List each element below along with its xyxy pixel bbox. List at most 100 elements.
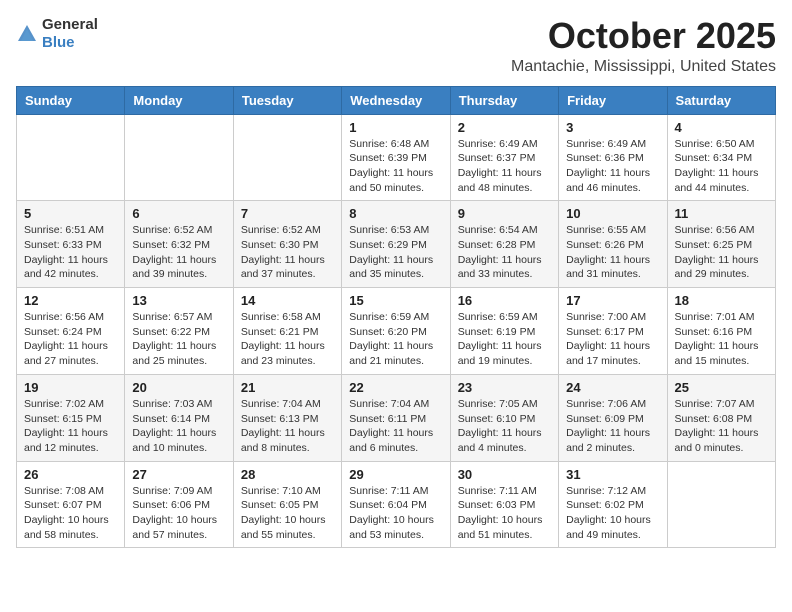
- day-cell-1-5: 10 Sunrise: 6:55 AM Sunset: 6:26 PM Dayli…: [559, 201, 667, 288]
- day-cell-4-6: [667, 461, 775, 548]
- day-cell-4-5: 31Sunrise: 7:12 AM Sunset: 6:02 PM Dayli…: [559, 461, 667, 548]
- day-number-3-1: 20: [132, 380, 225, 395]
- day-number-2-1: 13: [132, 293, 225, 308]
- day-number-3-5: 24: [566, 380, 659, 395]
- day-number-1-2: 7: [241, 206, 334, 221]
- day-cell-4-0: 26 Sunrise: 7:08 AM Sunset: 6:07 PM Dayli…: [17, 461, 125, 548]
- day-cell-3-5: 24 Sunrise: 7:06 AM Sunset: 6:09 PM Dayli…: [559, 374, 667, 461]
- day-detail-0-6: Sunrise: 6:50 AM Sunset: 6:34 PM Dayligh…: [675, 137, 768, 196]
- day-number-1-5: 10: [566, 206, 659, 221]
- day-cell-2-1: 13Sunrise: 6:57 AM Sunset: 6:22 PM Dayli…: [125, 288, 233, 375]
- day-number-3-0: 19: [24, 380, 117, 395]
- day-cell-3-0: 19 Sunrise: 7:02 AM Sunset: 6:15 PM Dayli…: [17, 374, 125, 461]
- day-cell-1-4: 9 Sunrise: 6:54 AM Sunset: 6:28 PM Daylig…: [450, 201, 558, 288]
- day-cell-1-3: 8Sunrise: 6:53 AM Sunset: 6:29 PM Daylig…: [342, 201, 450, 288]
- header-sunday: Sunday: [17, 86, 125, 114]
- day-number-0-6: 4: [675, 120, 768, 135]
- week-row-0: 1 Sunrise: 6:48 AM Sunset: 6:39 PM Daylig…: [17, 114, 776, 201]
- day-detail-1-6: Sunrise: 6:56 AM Sunset: 6:25 PM Dayligh…: [675, 223, 768, 282]
- day-detail-4-1: Sunrise: 7:09 AM Sunset: 6:06 PM Dayligh…: [132, 484, 225, 543]
- day-number-1-0: 5: [24, 206, 117, 221]
- week-row-1: 5 Sunrise: 6:51 AM Sunset: 6:33 PM Daylig…: [17, 201, 776, 288]
- day-detail-3-4: Sunrise: 7:05 AM Sunset: 6:10 PM Dayligh…: [458, 397, 551, 456]
- day-detail-2-2: Sunrise: 6:58 AM Sunset: 6:21 PM Dayligh…: [241, 310, 334, 369]
- day-cell-0-0: [17, 114, 125, 201]
- logo-blue: Blue: [42, 34, 75, 51]
- day-detail-1-1: Sunrise: 6:52 AM Sunset: 6:32 PM Dayligh…: [132, 223, 225, 282]
- day-detail-3-2: Sunrise: 7:04 AM Sunset: 6:13 PM Dayligh…: [241, 397, 334, 456]
- day-number-2-6: 18: [675, 293, 768, 308]
- calendar: Sunday Monday Tuesday Wednesday Thursday…: [16, 86, 776, 549]
- day-cell-2-3: 15 Sunrise: 6:59 AM Sunset: 6:20 PM Dayli…: [342, 288, 450, 375]
- logo-general: General: [42, 16, 98, 33]
- day-number-3-2: 21: [241, 380, 334, 395]
- day-cell-1-6: 11 Sunrise: 6:56 AM Sunset: 6:25 PM Dayli…: [667, 201, 775, 288]
- header-friday: Friday: [559, 86, 667, 114]
- day-detail-4-4: Sunrise: 7:11 AM Sunset: 6:03 PM Dayligh…: [458, 484, 551, 543]
- day-number-4-1: 27: [132, 467, 225, 482]
- day-cell-4-4: 30 Sunrise: 7:11 AM Sunset: 6:03 PM Dayli…: [450, 461, 558, 548]
- day-number-2-4: 16: [458, 293, 551, 308]
- day-detail-2-3: Sunrise: 6:59 AM Sunset: 6:20 PM Dayligh…: [349, 310, 442, 369]
- day-number-3-4: 23: [458, 380, 551, 395]
- day-cell-4-3: 29 Sunrise: 7:11 AM Sunset: 6:04 PM Dayli…: [342, 461, 450, 548]
- weekday-header-row: Sunday Monday Tuesday Wednesday Thursday…: [17, 86, 776, 114]
- day-number-0-3: 1: [349, 120, 442, 135]
- day-cell-2-5: 17 Sunrise: 7:00 AM Sunset: 6:17 PM Dayli…: [559, 288, 667, 375]
- day-number-1-6: 11: [675, 206, 768, 221]
- day-detail-3-5: Sunrise: 7:06 AM Sunset: 6:09 PM Dayligh…: [566, 397, 659, 456]
- day-detail-1-4: Sunrise: 6:54 AM Sunset: 6:28 PM Dayligh…: [458, 223, 551, 282]
- header-tuesday: Tuesday: [233, 86, 341, 114]
- day-detail-3-6: Sunrise: 7:07 AM Sunset: 6:08 PM Dayligh…: [675, 397, 768, 456]
- day-cell-0-3: 1 Sunrise: 6:48 AM Sunset: 6:39 PM Daylig…: [342, 114, 450, 201]
- day-cell-0-4: 2 Sunrise: 6:49 AM Sunset: 6:37 PM Daylig…: [450, 114, 558, 201]
- week-row-3: 19 Sunrise: 7:02 AM Sunset: 6:15 PM Dayli…: [17, 374, 776, 461]
- day-detail-0-3: Sunrise: 6:48 AM Sunset: 6:39 PM Dayligh…: [349, 137, 442, 196]
- day-detail-3-3: Sunrise: 7:04 AM Sunset: 6:11 PM Dayligh…: [349, 397, 442, 456]
- week-row-2: 12Sunrise: 6:56 AM Sunset: 6:24 PM Dayli…: [17, 288, 776, 375]
- month-title: October 2025: [511, 16, 776, 56]
- header-thursday: Thursday: [450, 86, 558, 114]
- header: General Blue October 2025 Mantachie, Mis…: [16, 16, 776, 76]
- logo: General Blue: [16, 16, 98, 52]
- page-container: General Blue October 2025 Mantachie, Mis…: [16, 16, 776, 548]
- day-number-4-4: 30: [458, 467, 551, 482]
- day-number-4-5: 31: [566, 467, 659, 482]
- day-detail-2-4: Sunrise: 6:59 AM Sunset: 6:19 PM Dayligh…: [458, 310, 551, 369]
- day-detail-4-3: Sunrise: 7:11 AM Sunset: 6:04 PM Dayligh…: [349, 484, 442, 543]
- day-cell-2-2: 14 Sunrise: 6:58 AM Sunset: 6:21 PM Dayli…: [233, 288, 341, 375]
- day-number-4-2: 28: [241, 467, 334, 482]
- day-detail-0-5: Sunrise: 6:49 AM Sunset: 6:36 PM Dayligh…: [566, 137, 659, 196]
- day-cell-2-0: 12Sunrise: 6:56 AM Sunset: 6:24 PM Dayli…: [17, 288, 125, 375]
- day-number-2-3: 15: [349, 293, 442, 308]
- day-detail-1-3: Sunrise: 6:53 AM Sunset: 6:29 PM Dayligh…: [349, 223, 442, 282]
- logo-icon: [16, 23, 38, 45]
- day-detail-3-0: Sunrise: 7:02 AM Sunset: 6:15 PM Dayligh…: [24, 397, 117, 456]
- day-cell-4-1: 27 Sunrise: 7:09 AM Sunset: 6:06 PM Dayli…: [125, 461, 233, 548]
- day-detail-4-2: Sunrise: 7:10 AM Sunset: 6:05 PM Dayligh…: [241, 484, 334, 543]
- day-cell-4-2: 28 Sunrise: 7:10 AM Sunset: 6:05 PM Dayli…: [233, 461, 341, 548]
- day-number-0-5: 3: [566, 120, 659, 135]
- header-saturday: Saturday: [667, 86, 775, 114]
- day-cell-0-1: [125, 114, 233, 201]
- day-cell-0-5: 3 Sunrise: 6:49 AM Sunset: 6:36 PM Daylig…: [559, 114, 667, 201]
- day-detail-3-1: Sunrise: 7:03 AM Sunset: 6:14 PM Dayligh…: [132, 397, 225, 456]
- day-number-2-5: 17: [566, 293, 659, 308]
- day-number-4-0: 26: [24, 467, 117, 482]
- day-cell-3-3: 22 Sunrise: 7:04 AM Sunset: 6:11 PM Dayli…: [342, 374, 450, 461]
- logo-text: General Blue: [42, 16, 98, 52]
- day-number-3-3: 22: [349, 380, 442, 395]
- day-number-4-3: 29: [349, 467, 442, 482]
- day-detail-4-0: Sunrise: 7:08 AM Sunset: 6:07 PM Dayligh…: [24, 484, 117, 543]
- day-detail-2-6: Sunrise: 7:01 AM Sunset: 6:16 PM Dayligh…: [675, 310, 768, 369]
- day-number-1-4: 9: [458, 206, 551, 221]
- day-detail-1-5: Sunrise: 6:55 AM Sunset: 6:26 PM Dayligh…: [566, 223, 659, 282]
- day-cell-3-6: 25Sunrise: 7:07 AM Sunset: 6:08 PM Dayli…: [667, 374, 775, 461]
- day-detail-2-5: Sunrise: 7:00 AM Sunset: 6:17 PM Dayligh…: [566, 310, 659, 369]
- day-number-2-2: 14: [241, 293, 334, 308]
- day-detail-1-0: Sunrise: 6:51 AM Sunset: 6:33 PM Dayligh…: [24, 223, 117, 282]
- day-detail-0-4: Sunrise: 6:49 AM Sunset: 6:37 PM Dayligh…: [458, 137, 551, 196]
- day-cell-2-4: 16 Sunrise: 6:59 AM Sunset: 6:19 PM Dayli…: [450, 288, 558, 375]
- day-cell-1-0: 5 Sunrise: 6:51 AM Sunset: 6:33 PM Daylig…: [17, 201, 125, 288]
- day-number-0-4: 2: [458, 120, 551, 135]
